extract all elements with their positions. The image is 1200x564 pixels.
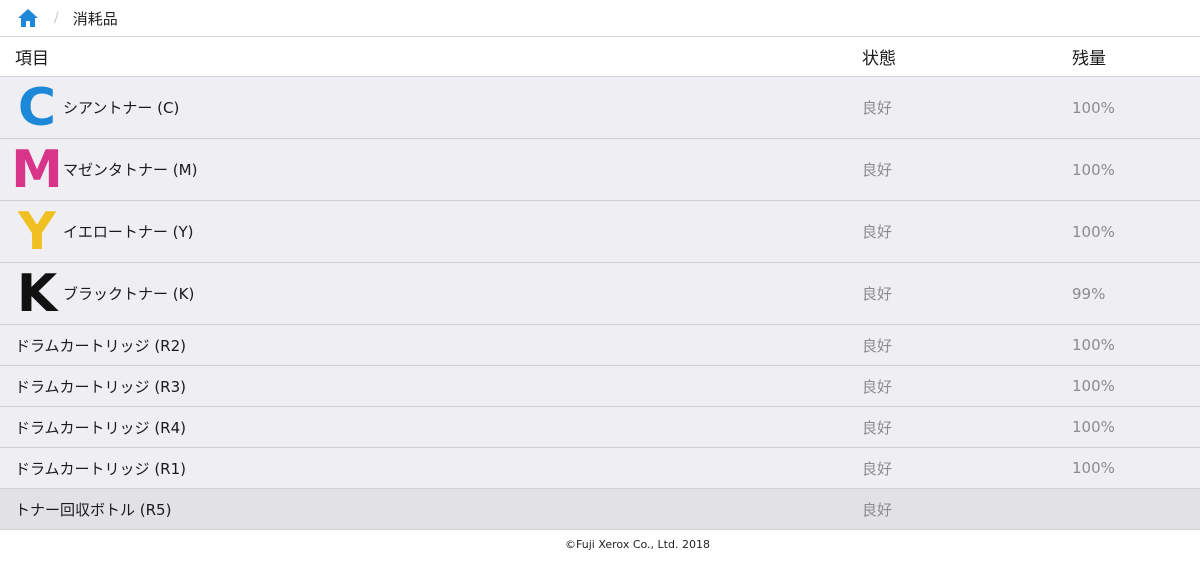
item-label: トナー回収ボトル (R5) xyxy=(15,500,172,519)
footer-copyright: ©Fuji Xerox Co., Ltd. 2018 xyxy=(565,538,710,551)
level-value: 100% xyxy=(1072,222,1115,241)
header-item: 項目 xyxy=(0,37,862,77)
item-label: ドラムカートリッジ (R3) xyxy=(15,377,186,396)
table-row[interactable]: K ブラックトナー (K) 良好 99% xyxy=(0,262,1200,325)
level-value: 100% xyxy=(1072,98,1115,117)
breadcrumb-separator: / xyxy=(54,10,59,26)
table-row[interactable]: ドラムカートリッジ (R3) 良好 100% xyxy=(0,365,1200,407)
cyan-toner-icon: C xyxy=(17,77,57,138)
yellow-toner-icon: Y xyxy=(18,201,56,262)
status-value: 良好 xyxy=(862,418,893,437)
breadcrumb-current: 消耗品 xyxy=(72,9,118,28)
item-label: ドラムカートリッジ (R1) xyxy=(15,459,186,478)
level-value: 99% xyxy=(1072,284,1106,303)
black-toner-icon: K xyxy=(16,263,58,324)
status-value: 良好 xyxy=(862,161,893,179)
item-label: ドラムカートリッジ (R2) xyxy=(15,336,186,355)
status-value: 良好 xyxy=(862,500,893,519)
table-row[interactable]: ドラムカートリッジ (R4) 良好 100% xyxy=(0,406,1200,448)
home-icon[interactable] xyxy=(16,7,40,29)
table-row[interactable]: トナー回収ボトル (R5) 良好 xyxy=(0,488,1200,530)
level-value: 100% xyxy=(1072,377,1115,395)
table-header-row: 項目 状態 残量 xyxy=(0,37,1200,77)
header-status: 状態 xyxy=(862,37,1072,77)
status-value: 良好 xyxy=(862,99,893,117)
item-label: ブラックトナー (K) xyxy=(63,285,195,303)
level-value: 100% xyxy=(1072,336,1115,354)
level-value: 100% xyxy=(1072,418,1115,436)
table-row[interactable]: Y イエロートナー (Y) 良好 100% xyxy=(0,200,1200,263)
item-label: マゼンタトナー (M) xyxy=(63,161,198,179)
item-label: ドラムカートリッジ (R4) xyxy=(15,418,186,437)
table-row[interactable]: M マゼンタトナー (M) 良好 100% xyxy=(0,138,1200,201)
level-value: 100% xyxy=(1072,160,1115,179)
status-value: 良好 xyxy=(862,336,893,355)
item-label: シアントナー (C) xyxy=(63,99,180,117)
header-level: 残量 xyxy=(1072,37,1200,77)
level-value: 100% xyxy=(1072,459,1115,477)
table-row[interactable]: ドラムカートリッジ (R2) 良好 100% xyxy=(0,324,1200,366)
item-label: イエロートナー (Y) xyxy=(63,223,194,241)
status-value: 良好 xyxy=(862,459,893,478)
consumables-table: 項目 状態 残量 C シアントナー (C) 良好 100% M マゼンタトナー … xyxy=(0,37,1200,530)
table-row[interactable]: C シアントナー (C) 良好 100% xyxy=(0,76,1200,139)
table-row[interactable]: ドラムカートリッジ (R1) 良好 100% xyxy=(0,447,1200,489)
status-value: 良好 xyxy=(862,223,893,241)
breadcrumb: / 消耗品 xyxy=(0,0,1200,37)
magenta-toner-icon: M xyxy=(11,139,63,200)
status-value: 良好 xyxy=(862,285,893,303)
status-value: 良好 xyxy=(862,377,893,396)
